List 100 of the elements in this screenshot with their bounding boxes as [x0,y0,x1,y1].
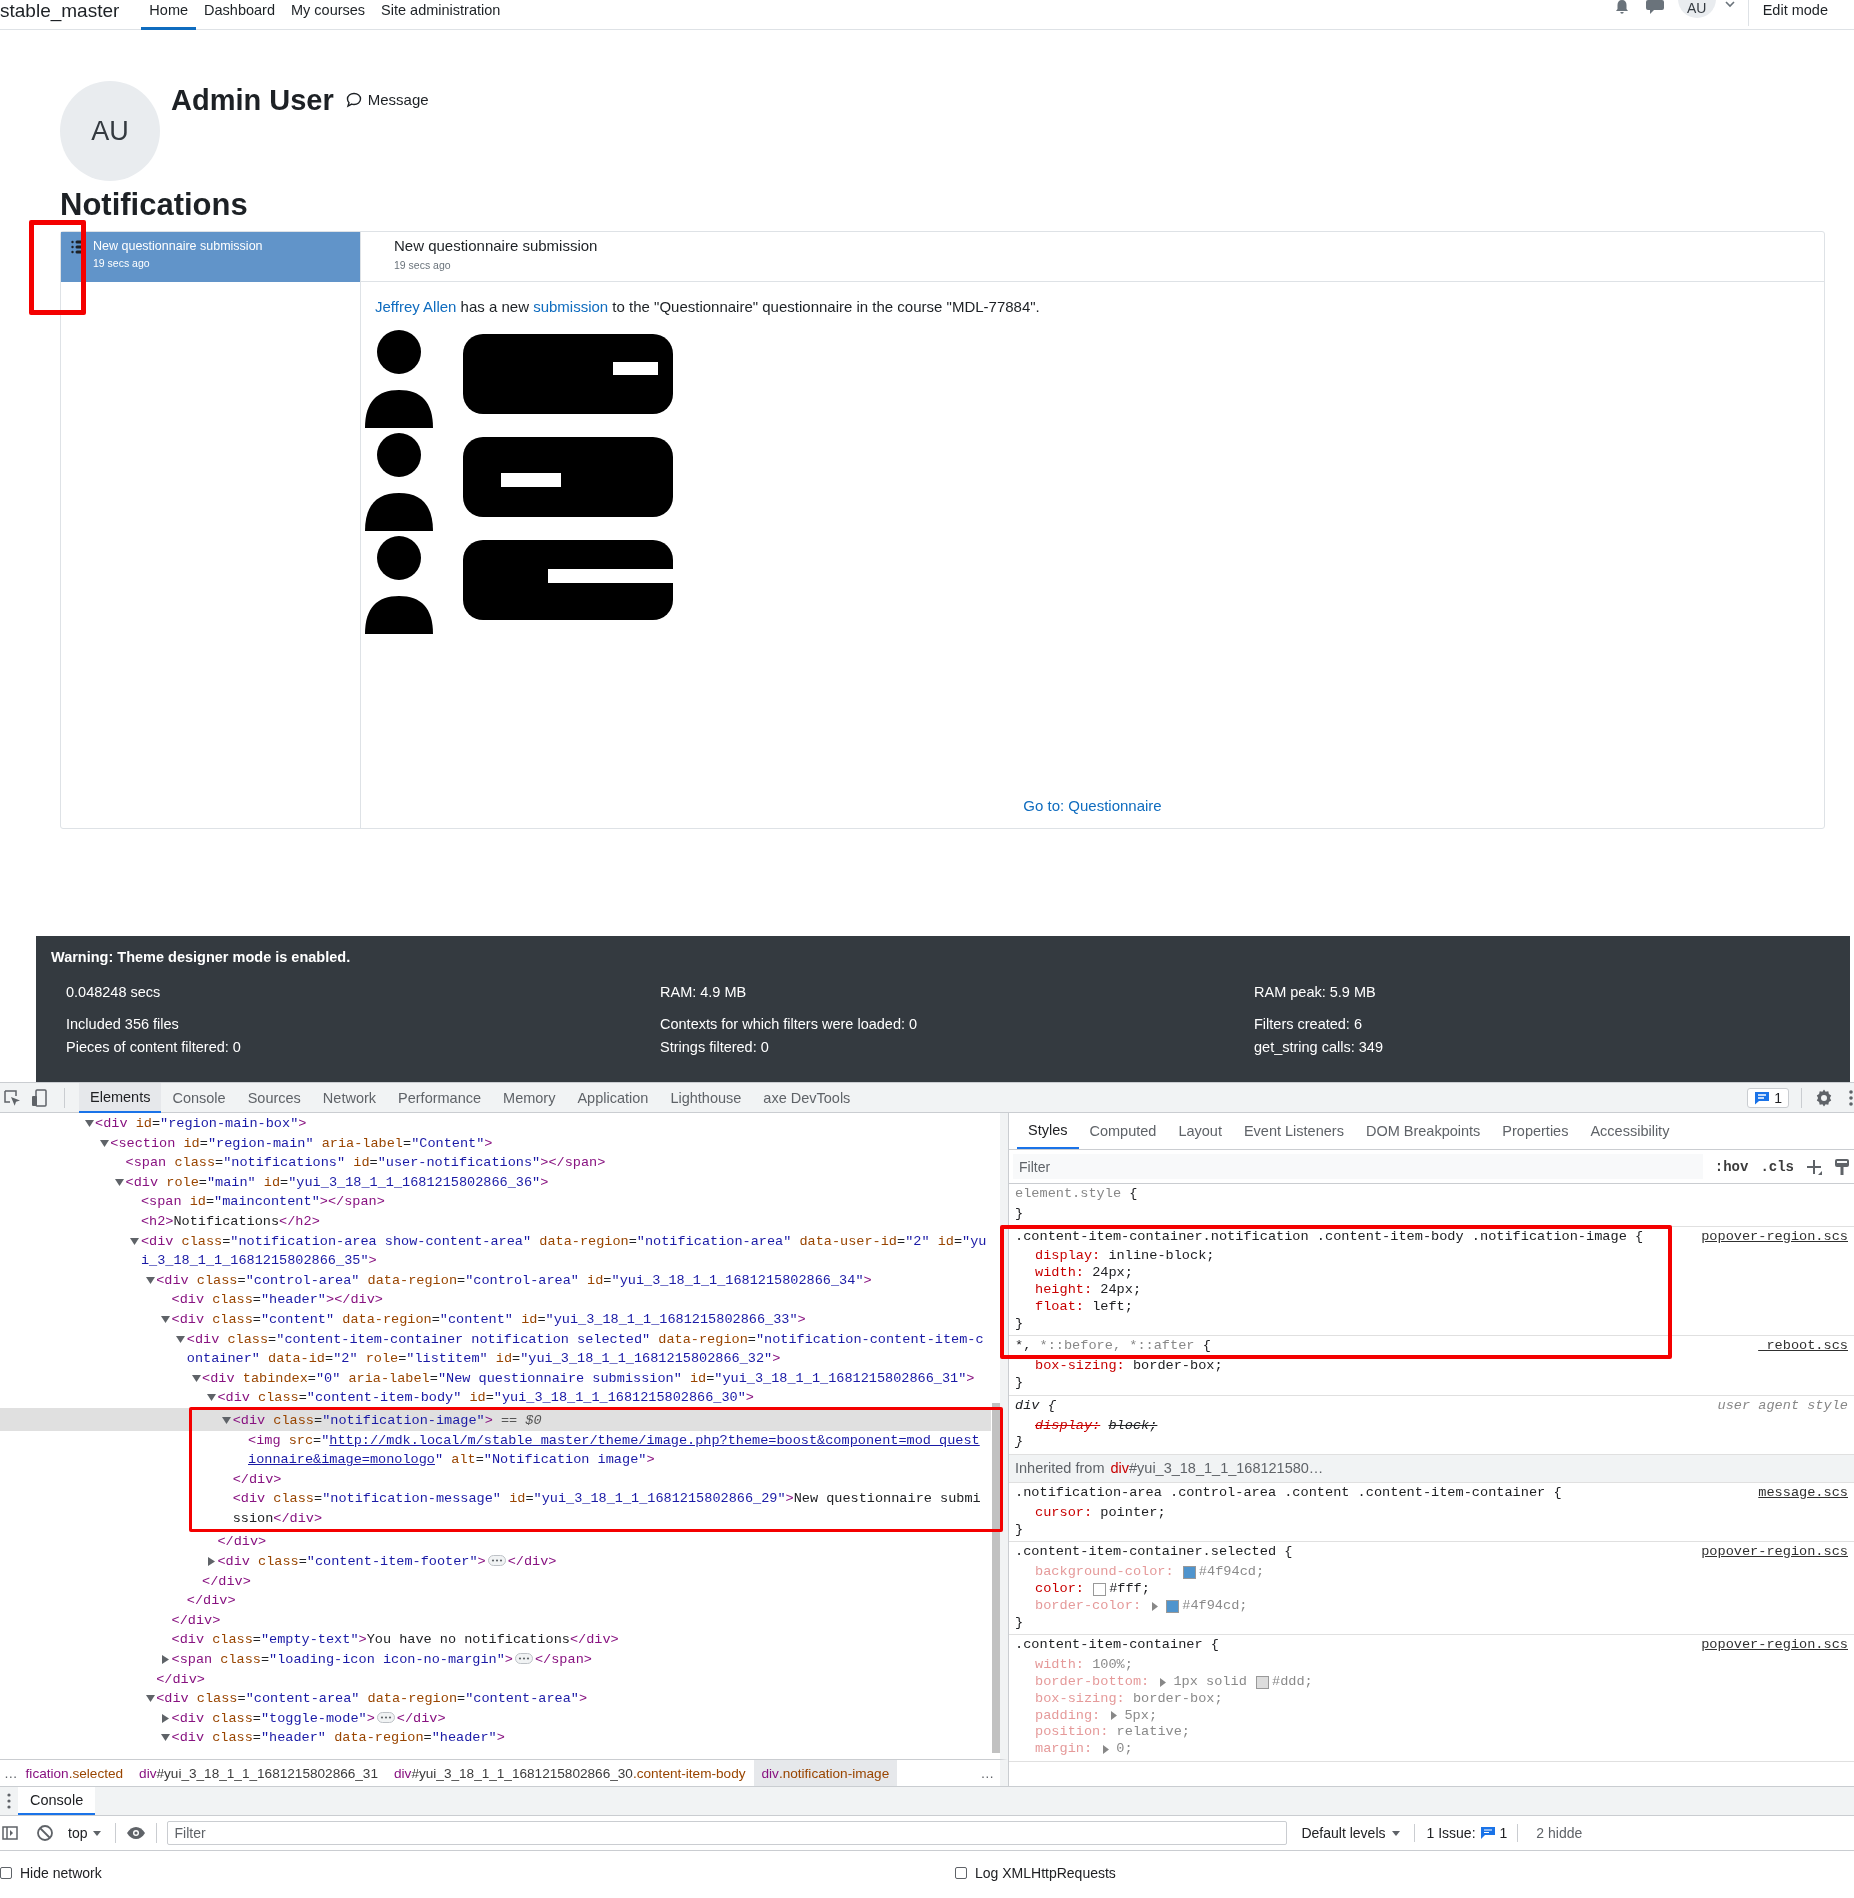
sidebar-tab[interactable]: Event Listeners [1232,1113,1355,1149]
property-name[interactable]: float: [1035,1298,1084,1316]
dom-node[interactable]: <div role="main" id="yui_3_18_1_1_1681215802866_36"> [0,1172,991,1193]
property-value[interactable]: 0; [1116,1741,1133,1758]
dom-node[interactable]: <section id="region-main" aria-label="Content"> [0,1133,991,1154]
issues-button[interactable]: 1 Issue: 1 [1413,1824,1519,1842]
source-link[interactable]: popover-region.scs [1701,1228,1848,1246]
dom-node[interactable]: <div class="notification-message" id="yui_3_18_1_1_1681215802866_29">New questionnaire submission</div> [0,1489,991,1529]
dom-node[interactable]: <span class="loading-icon icon-no-margin"> </span> [0,1650,991,1670]
overflow-marker[interactable]: … [976,1765,1000,1781]
source-link[interactable]: _reboot.scs [1758,1338,1848,1356]
sidebar-tab[interactable]: Properties [1491,1113,1580,1149]
dom-node[interactable]: </div> [0,1469,991,1490]
breadcrumb[interactable]: div#yui_3_18_1_1_1681215802866_30.content-item-body [386,1760,754,1786]
devtools-tab[interactable]: Performance [387,1082,493,1113]
filter-field[interactable]: Filter [1013,1154,1703,1179]
devtools-tab[interactable]: Console [161,1082,237,1113]
dom-node[interactable]: <img src="http://mdk.local/m/stable_master/theme/image.php?theme=boost&component=mod_questionnaire&image=monologo" alt="Notification image"> [0,1430,991,1470]
source-link[interactable]: message.scs [1758,1484,1848,1502]
sidebar-tab[interactable]: Accessibility [1579,1113,1681,1149]
context-select[interactable]: top [64,1825,106,1841]
dom-node[interactable]: </div> [0,1571,991,1592]
nav-link[interactable]: My courses [282,0,374,30]
dom-node[interactable]: </div> [0,1610,991,1631]
property-value[interactable]: block; [1108,1417,1158,1435]
devtools-tab[interactable]: Lighthouse [659,1082,753,1113]
dom-node[interactable]: <div tabindex="0" aria-label="New questionnaire submission" id="yui_3_18_1_1_1681215802866_31"> [0,1368,991,1389]
dom-node[interactable]: <div id="region-main-box"> [0,1114,991,1134]
overflow-marker[interactable]: … [0,1765,18,1781]
property-value[interactable]: #fff; [1109,1580,1150,1598]
dom-node[interactable]: <div class="content" data-region="content" id="yui_3_18_1_1_1681215802866_33"> [0,1309,991,1330]
dom-node[interactable]: <div class="content-area" data-region="content-area"> [0,1689,991,1709]
breadcrumb[interactable]: div#yui_3_18_1_1_1681215802866_31 [131,1760,386,1786]
dom-node[interactable]: </div> [0,1532,991,1553]
link[interactable]: submission [533,298,609,315]
property-value[interactable]: #ddd; [1271,1673,1313,1691]
property-name[interactable]: cursor: [1035,1504,1093,1522]
property-name[interactable]: display: [1035,1417,1101,1435]
devtools-tab[interactable]: Elements [79,1082,162,1113]
checkbox-label[interactable]: Hide network [20,1865,102,1881]
checkbox-label[interactable]: Log XMLHttpRequests [975,1865,1116,1881]
link[interactable]: Jeffrey Allen [375,298,457,315]
nav-link[interactable]: Site administration [373,0,509,30]
property-value[interactable]: left; [1092,1298,1133,1316]
property-value[interactable]: 24px; [1100,1282,1142,1299]
dom-node[interactable]: </div> [0,1669,991,1690]
sidebar-tab[interactable]: Layout [1167,1113,1233,1149]
drawer-tab[interactable]: Console [18,1787,96,1815]
sidebar-tab[interactable]: DOM Breakpoints [1354,1113,1492,1149]
user-avatar[interactable]: AU [1677,0,1716,18]
go-to-link[interactable]: Go to: Questionnaire [1023,797,1162,814]
breadcrumb[interactable]: fication.selected [17,1760,132,1786]
property-name[interactable]: display: [1035,1248,1101,1266]
property-name[interactable]: width: [1035,1265,1084,1282]
source-link[interactable]: popover-region.scs [1701,1637,1848,1655]
message-button[interactable]: Message [345,91,429,108]
dom-node[interactable]: </div> [0,1591,991,1611]
hover-state-button[interactable]: :hov [1714,1158,1749,1175]
property-value[interactable]: 24px; [1092,1265,1133,1282]
dom-node[interactable]: <div class="toggle-mode"> </div> [0,1708,991,1729]
dom-node[interactable]: <div class="header" data-region="header"> [0,1728,991,1748]
property-value[interactable]: inline-block; [1108,1248,1215,1266]
dom-node[interactable]: <div class="control-area" data-region="control-area" id="yui_3_18_1_1_1681215802866_34"> [0,1270,991,1291]
dom-node[interactable]: <span class="notifications" id="user-notifications"></span> [0,1153,991,1173]
nav-link[interactable]: Home [141,0,197,30]
property-value[interactable]: relative; [1116,1724,1190,1742]
property-value[interactable]: 5px; [1124,1707,1158,1725]
dom-node[interactable]: <div class="empty-text">You have no notifications</div> [0,1630,991,1651]
property-value[interactable]: 1px solid [1173,1673,1255,1691]
property-name[interactable]: height: [1035,1282,1093,1299]
devtools-tab[interactable]: Application [566,1082,660,1113]
devtools-tab[interactable]: Memory [492,1082,567,1113]
devtools-tab[interactable]: axe DevTools [752,1082,862,1113]
dom-node[interactable]: <div class="header"></div> [0,1290,991,1310]
property-value[interactable]: #4f94cd; [1182,1597,1248,1615]
source-link[interactable]: popover-region.scs [1701,1544,1848,1562]
property-name[interactable]: color: [1035,1580,1084,1598]
site-name[interactable]: stable_master [0,1,120,21]
dom-node[interactable]: <div class="content-item-body" id="yui_3_18_1_1_1681215802866_30"> [0,1388,991,1408]
log-levels-select[interactable]: Default levels [1297,1825,1404,1841]
devtools-tab[interactable]: Sources [236,1082,312,1113]
dom-node[interactable]: <div class="content-item-container notification selected" data-region="notification-content-item-container" data-id="2" role="listitem" id="yui_3_18_1_1_1681215802866_32"> [0,1329,991,1369]
devtools-tab[interactable]: Network [311,1082,388,1113]
dom-node[interactable]: <h2>Notifications</h2> [0,1211,991,1232]
property-value[interactable]: pointer; [1100,1504,1166,1522]
filter-field[interactable]: Filter [167,1821,1288,1845]
class-toggle-button[interactable]: .cls [1760,1158,1794,1175]
property-value[interactable]: border-box; [1132,1690,1223,1708]
property-name[interactable]: box-sizing: [1035,1358,1125,1375]
dom-node[interactable]: <span id="maincontent"></span> [0,1192,991,1212]
issues-button[interactable]: 1 [1747,1087,1789,1108]
nav-link[interactable]: Dashboard [196,0,283,30]
property-value[interactable]: #4f94cd; [1198,1564,1265,1581]
property-value[interactable]: border-box; [1132,1358,1223,1375]
property-value[interactable]: 100%; [1092,1657,1133,1674]
sidebar-tab[interactable]: Styles [1017,1113,1079,1149]
dom-node[interactable]: <div class="content-item-footer"> </div> [0,1552,991,1572]
element-reference[interactable]: div#yui_3_18_1_1_168121580… [1110,1460,1324,1477]
breadcrumb[interactable]: div.notification-image [753,1760,898,1786]
sidebar-tab[interactable]: Computed [1078,1113,1168,1149]
